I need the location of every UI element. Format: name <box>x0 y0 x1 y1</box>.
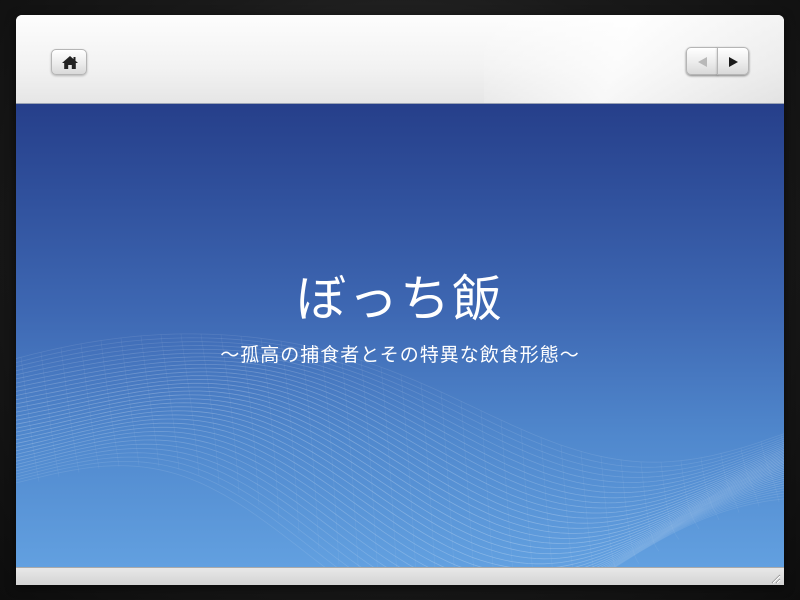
wave-line <box>16 418 784 567</box>
resize-grip-icon[interactable] <box>769 572 781 584</box>
wave-line <box>16 443 784 567</box>
wave-strand <box>380 367 397 567</box>
home-icon <box>62 56 78 69</box>
wave-strand <box>580 451 594 567</box>
wave-line <box>16 356 784 494</box>
wave-line <box>16 348 784 483</box>
toolbar <box>16 15 784 104</box>
wave-strand <box>400 374 417 567</box>
slide-subtitle: 〜孤高の捕食者とその特異な飲食形態〜 <box>220 344 580 366</box>
wave-line <box>16 352 784 489</box>
presentation-window: ぼっち飯 〜孤高の捕食者とその特異な飲食形態〜 <box>16 15 784 585</box>
next-slide-button[interactable] <box>717 47 749 75</box>
wave-lines-decoration <box>16 333 784 567</box>
previous-slide-button[interactable] <box>686 47 718 75</box>
slide-navigation <box>686 47 749 75</box>
wave-strand <box>480 410 494 567</box>
triangle-right-icon <box>729 57 738 67</box>
wave-line <box>16 378 784 524</box>
home-button[interactable] <box>51 49 87 75</box>
triangle-left-icon <box>698 57 707 67</box>
status-bar <box>16 567 784 585</box>
slide-title: ぼっち飯 <box>296 270 504 328</box>
wave-strand <box>280 341 300 534</box>
wave-line <box>16 435 784 567</box>
wave-line <box>16 431 784 567</box>
slide-canvas[interactable]: ぼっち飯 〜孤高の捕食者とその特異な飲食形態〜 <box>16 104 784 567</box>
wave-line <box>16 456 784 567</box>
